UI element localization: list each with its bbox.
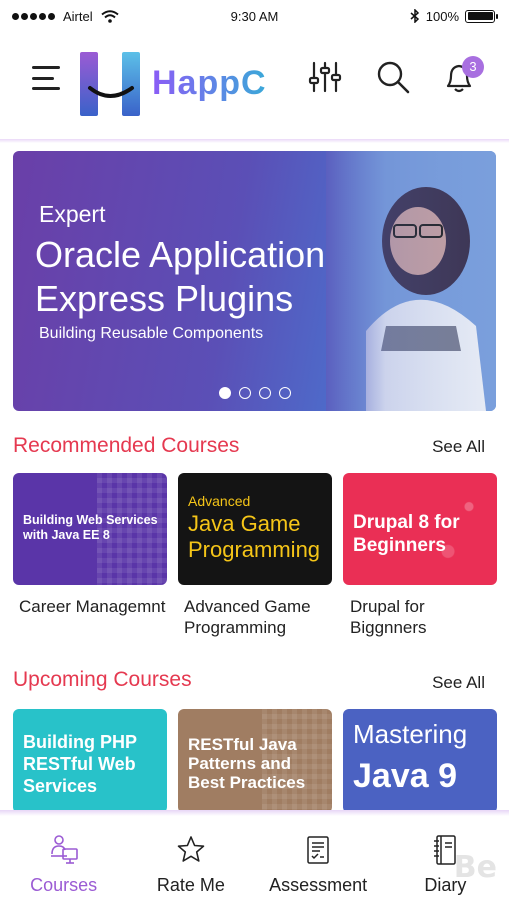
hero-banner[interactable]: Expert Oracle Application Express Plugin… [13,151,496,411]
bottom-divider [0,810,509,816]
hero-level: Expert [39,201,106,227]
carousel-dot-4[interactable] [278,387,291,399]
recommended-title: Recommended Courses [13,434,240,457]
course-card-web-services[interactable]: Building Web Services with Java EE 8 [13,473,167,585]
nav-item-assessment[interactable]: Assessment [255,818,382,909]
course-thumb-small-text: Advanced [188,493,251,509]
nav-label: Rate Me [156,875,225,895]
course-thumb-text: Java Game Programming [188,511,321,562]
filter-sliders-icon[interactable] [308,60,342,94]
course-caption[interactable]: Career Managemnt [19,596,173,617]
brand-name: HappC [152,64,267,102]
course-card-restful-java[interactable]: RESTful Java Patterns and Best Practices [178,709,332,813]
course-card-php[interactable]: Building PHP RESTful Web Services [13,709,167,813]
course-thumb-text: Building Web Services with Java EE 8 [23,513,158,542]
carousel-indicator [13,387,496,399]
bluetooth-icon [410,9,419,23]
course-thumb-small-text: Mastering [353,719,468,749]
course-thumb-text: RESTful Java Patterns and Best Practices [188,735,306,792]
nav-label: Courses [30,875,98,895]
app-header: HappC 3 [0,40,509,136]
menu-icon[interactable] [32,66,60,90]
bottom-nav: Courses Rate Me Assessment Diary [0,818,509,909]
header-divider [0,139,509,143]
behance-watermark: Be [453,850,497,885]
assessment-doc-icon [307,836,329,864]
star-icon [177,836,205,862]
courses-icon [50,835,78,864]
nav-item-rate-me[interactable]: Rate Me [127,818,254,909]
course-thumb-text: Building PHP RESTful Web Services [23,732,137,796]
nav-item-courses[interactable]: Courses [0,818,127,909]
course-thumb-text: Java 9 [353,757,457,795]
battery-percent: 100% [425,8,459,24]
carousel-dot-2[interactable] [238,387,251,399]
status-right: 100% [410,8,498,24]
upcoming-title: Upcoming Courses [13,668,192,691]
notification-badge: 3 [462,56,484,78]
happc-logo [80,52,140,116]
course-caption[interactable]: Drupal for Biggnners [350,596,504,638]
course-card-java-game[interactable]: Advanced Java Game Programming [178,473,332,585]
carousel-dot-1[interactable] [218,387,231,399]
course-card-java9[interactable]: Mastering Java 9 [343,709,497,813]
nav-label: Assessment [269,875,368,895]
upcoming-see-all-link[interactable]: See All [432,673,485,693]
hero-subtitle: Building Reusable Components [39,325,264,342]
battery-icon [465,9,498,23]
course-caption[interactable]: Advanced Game Programming [184,596,338,638]
course-card-drupal[interactable]: Drupal 8 for Beginners [343,473,497,585]
hero-title: Oracle Application Express Plugins [35,234,326,319]
carousel-dot-3[interactable] [258,387,271,399]
status-bar: Airtel 9:30 AM 100% [0,0,509,32]
search-icon[interactable] [376,60,410,94]
recommended-see-all-link[interactable]: See All [432,437,485,457]
course-thumb-text: Drupal 8 for Beginners [353,512,460,556]
